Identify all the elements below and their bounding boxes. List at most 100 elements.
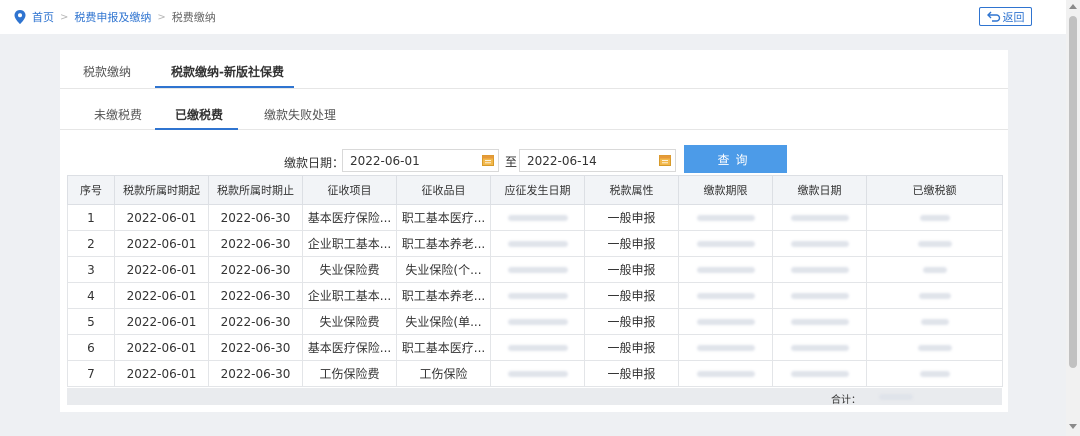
content-card: 税款缴纳 税款缴纳-新版社保费 未缴税费 已缴税费 缴款失败处理 缴款日期： 2…: [60, 50, 1008, 412]
row-number: 5: [67, 308, 115, 335]
collection-item-cell: 企业职工基本...: [302, 230, 397, 257]
period-start-cell: 2022-06-01: [114, 334, 209, 361]
redacted-paid-amount: [866, 230, 1003, 257]
calendar-icon[interactable]: [659, 154, 671, 166]
collection-subitem-cell: 职工基本养老...: [396, 282, 491, 309]
period-start-cell: 2022-06-01: [114, 360, 209, 387]
redacted-payment-deadline: [678, 282, 773, 309]
redacted-payment-date: [772, 204, 867, 231]
redacted-occurrence-date: [490, 256, 585, 283]
end-date-input[interactable]: 2022-06-14: [519, 149, 676, 172]
redacted-paid-amount: [866, 282, 1003, 309]
redacted-payment-deadline: [678, 230, 773, 257]
collection-subitem-cell: 失业保险(单...: [396, 308, 491, 335]
tax-attribute-cell: 一般申报: [584, 230, 679, 257]
collection-subitem-cell: 职工基本医疗...: [396, 334, 491, 361]
tab-unpaid-taxes[interactable]: 未缴税费: [94, 106, 142, 123]
table-row[interactable]: 4 2022-06-01 2022-06-30 企业职工基本... 职工基本养老…: [67, 282, 1003, 309]
active-subtab-indicator: [155, 128, 238, 130]
row-number: 2: [67, 230, 115, 257]
redacted-paid-amount: [866, 256, 1003, 283]
redacted-payment-date: [772, 334, 867, 361]
redacted-paid-amount: [866, 360, 1003, 387]
column-header: 缴款日期: [772, 175, 867, 205]
breadcrumb-tax-filing-link[interactable]: 税费申报及缴纳: [74, 9, 151, 25]
column-header: 序号: [67, 175, 115, 205]
redacted-paid-amount: [866, 308, 1003, 335]
column-header: 缴款期限: [678, 175, 773, 205]
row-number: 4: [67, 282, 115, 309]
calendar-icon[interactable]: [482, 154, 494, 166]
row-number: 6: [67, 334, 115, 361]
query-button[interactable]: 查询: [684, 145, 787, 173]
redacted-payment-deadline: [678, 360, 773, 387]
primary-tabs: 税款缴纳 税款缴纳-新版社保费: [60, 50, 1008, 89]
table-row[interactable]: 7 2022-06-01 2022-06-30 工伤保险费 工伤保险 一般申报: [67, 360, 1003, 387]
table-header-row: 序号 税款所属时期起 税款所属时期止 征收项目 征收品目 应征发生日期 税款属性…: [67, 175, 1003, 205]
collection-item-cell: 工伤保险费: [302, 360, 397, 387]
column-header: 应征发生日期: [490, 175, 585, 205]
period-start-cell: 2022-06-01: [114, 308, 209, 335]
redacted-payment-date: [772, 360, 867, 387]
breadcrumb-home-link[interactable]: 首页: [32, 9, 54, 25]
column-header: 征收品目: [396, 175, 491, 205]
return-arrow-icon: [986, 11, 1000, 22]
tab-paid-taxes[interactable]: 已缴税费: [175, 106, 223, 123]
row-number: 1: [67, 204, 115, 231]
redacted-payment-date: [772, 230, 867, 257]
period-end-cell: 2022-06-30: [208, 334, 303, 361]
row-number: 3: [67, 256, 115, 283]
redacted-occurrence-date: [490, 360, 585, 387]
column-header: 已缴税额: [866, 175, 1003, 205]
table-row[interactable]: 6 2022-06-01 2022-06-30 基本医疗保险... 职工基本医疗…: [67, 334, 1003, 361]
row-number: 7: [67, 360, 115, 387]
table-row[interactable]: 1 2022-06-01 2022-06-30 基本医疗保险... 职工基本医疗…: [67, 204, 1003, 231]
table-row[interactable]: 5 2022-06-01 2022-06-30 失业保险费 失业保险(单... …: [67, 308, 1003, 335]
tax-attribute-cell: 一般申报: [584, 360, 679, 387]
paid-taxes-table: 序号 税款所属时期起 税款所属时期止 征收项目 征收品目 应征发生日期 税款属性…: [67, 175, 1003, 387]
scroll-down-arrow-icon[interactable]: [1069, 424, 1077, 429]
redacted-payment-date: [772, 282, 867, 309]
breadcrumb: 首页 > 税费申报及缴纳 > 税费缴纳: [14, 9, 216, 25]
redacted-occurrence-date: [490, 230, 585, 257]
total-label: 合计：: [831, 395, 861, 406]
redacted-payment-deadline: [678, 308, 773, 335]
tax-attribute-cell: 一般申报: [584, 204, 679, 231]
redacted-occurrence-date: [490, 282, 585, 309]
breadcrumb-separator: >: [157, 11, 166, 23]
tax-attribute-cell: 一般申报: [584, 334, 679, 361]
back-button-label: 返回: [1002, 10, 1025, 24]
period-start-cell: 2022-06-01: [114, 256, 209, 283]
collection-item-cell: 失业保险费: [302, 308, 397, 335]
redacted-payment-date: [772, 256, 867, 283]
period-start-cell: 2022-06-01: [114, 204, 209, 231]
secondary-tabs: 未缴税费 已缴税费 缴款失败处理: [60, 90, 1008, 130]
table-row[interactable]: 2 2022-06-01 2022-06-30 企业职工基本... 职工基本养老…: [67, 230, 1003, 257]
collection-item-cell: 企业职工基本...: [302, 282, 397, 309]
active-tab-indicator: [155, 86, 294, 88]
tab-social-insurance-payment[interactable]: 税款缴纳-新版社保费: [171, 63, 284, 80]
table-total-row: 合计：: [67, 388, 1002, 406]
redacted-paid-amount: [866, 334, 1003, 361]
page-scrollbar[interactable]: [1066, 0, 1080, 436]
tab-tax-payment[interactable]: 税款缴纳: [83, 63, 131, 80]
redacted-total-amount: [879, 394, 913, 400]
table-row[interactable]: 3 2022-06-01 2022-06-30 失业保险费 失业保险(个... …: [67, 256, 1003, 283]
period-end-cell: 2022-06-30: [208, 256, 303, 283]
period-start-cell: 2022-06-01: [114, 230, 209, 257]
period-end-cell: 2022-06-30: [208, 282, 303, 309]
tab-payment-failure[interactable]: 缴款失败处理: [264, 106, 336, 123]
collection-subitem-cell: 职工基本养老...: [396, 230, 491, 257]
tax-attribute-cell: 一般申报: [584, 308, 679, 335]
period-end-cell: 2022-06-30: [208, 360, 303, 387]
start-date-input[interactable]: 2022-06-01: [342, 149, 499, 172]
back-button[interactable]: 返回: [979, 7, 1032, 26]
tax-attribute-cell: 一般申报: [584, 256, 679, 283]
scrollbar-thumb[interactable]: [1069, 16, 1077, 368]
date-filter: 缴款日期： 2022-06-01 至 2022-06-14 查询: [60, 145, 1008, 173]
end-date-value: 2022-06-14: [527, 154, 597, 168]
collection-item-cell: 基本医疗保险...: [302, 204, 397, 231]
redacted-payment-deadline: [678, 334, 773, 361]
period-end-cell: 2022-06-30: [208, 204, 303, 231]
scroll-up-arrow-icon[interactable]: [1069, 4, 1077, 9]
